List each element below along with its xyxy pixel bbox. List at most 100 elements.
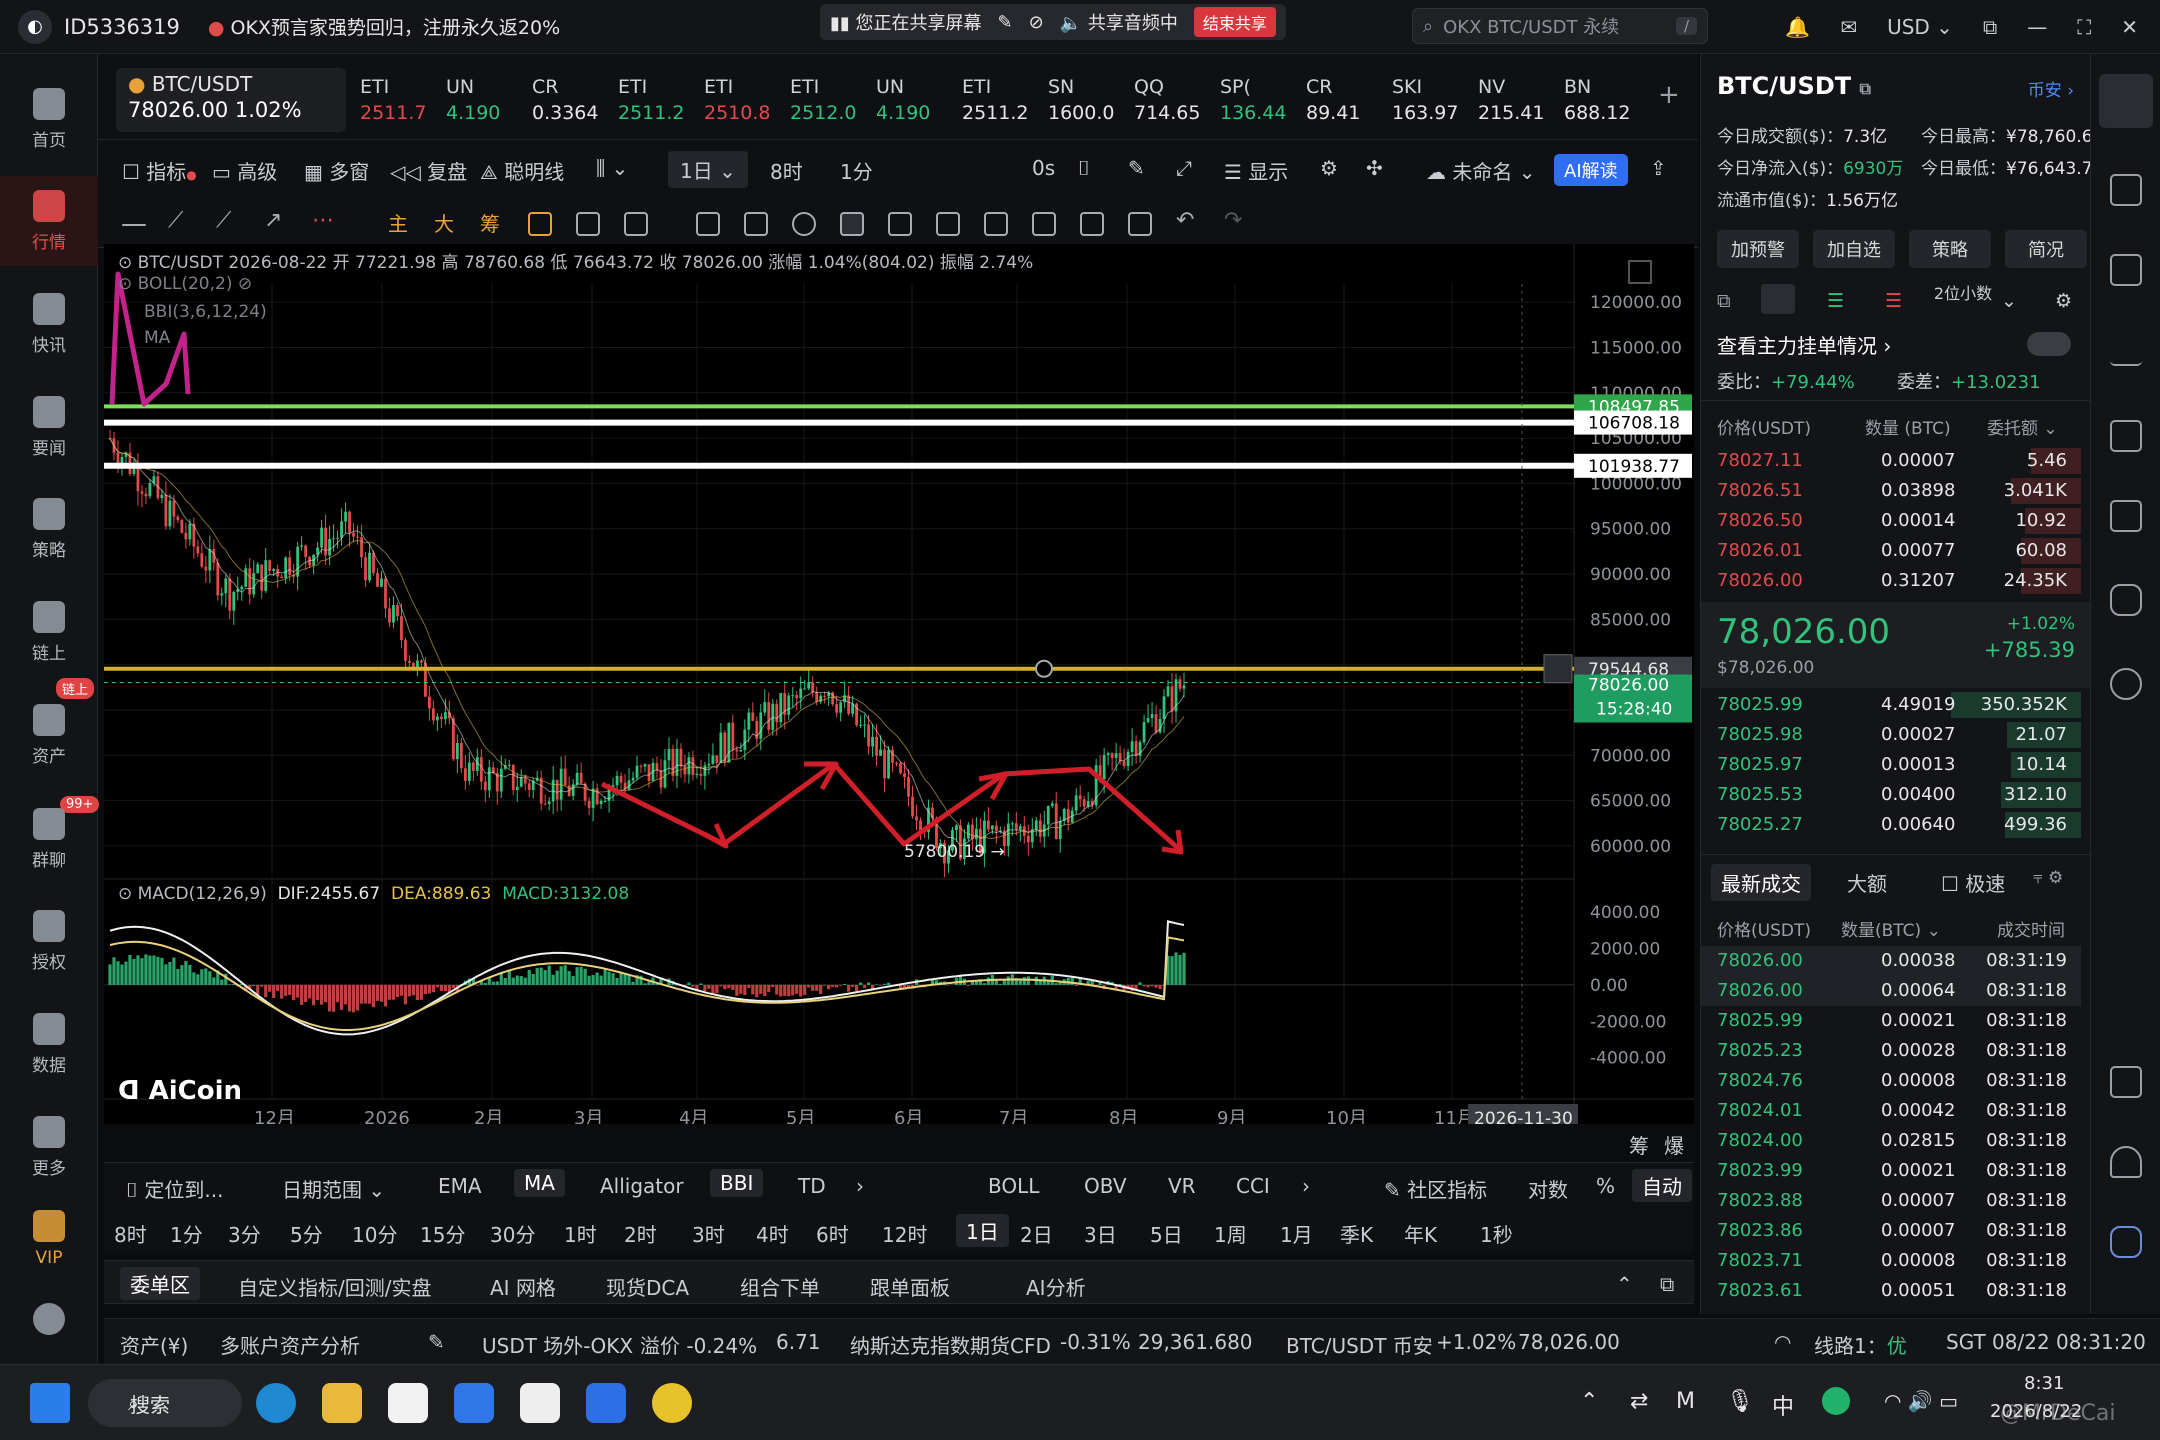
nav-flash[interactable]: 快讯 bbox=[0, 279, 98, 369]
timeframe-option[interactable]: 30分 bbox=[490, 1219, 535, 1248]
ticker-item[interactable]: NV 215.41 bbox=[1478, 76, 1560, 124]
timeframe-option[interactable]: 15分 bbox=[420, 1219, 465, 1248]
nav-chat[interactable]: 群聊 bbox=[0, 794, 98, 884]
arrow-line-icon[interactable]: ↗ bbox=[264, 208, 282, 233]
ind-ma[interactable]: MA bbox=[514, 1169, 565, 1197]
assistant-robot-icon[interactable] bbox=[2110, 1226, 2142, 1258]
camera-icon[interactable]: ⌷ bbox=[1078, 156, 1090, 180]
timeframe-option[interactable]: 12时 bbox=[882, 1219, 927, 1248]
timeframe-option[interactable]: 10分 bbox=[352, 1219, 397, 1248]
chip-chart-icon[interactable] bbox=[528, 212, 552, 236]
popout-orderbook-icon[interactable]: ⧉ bbox=[1717, 290, 1731, 312]
bot-icon[interactable] bbox=[2110, 584, 2142, 616]
monitor-icon[interactable] bbox=[2110, 420, 2142, 452]
add-ticker-icon[interactable]: + bbox=[1658, 80, 1680, 110]
nav-home[interactable]: 首页 bbox=[0, 74, 98, 164]
redo-icon[interactable]: ↷ bbox=[1224, 208, 1242, 233]
orderbook-row[interactable]: 78026.51 0.03898 3.041K bbox=[1701, 476, 2081, 506]
replay-button[interactable]: ◁◁ 复盘 bbox=[390, 156, 467, 185]
mail-icon[interactable]: ✉ bbox=[1840, 15, 1857, 39]
copy-icon[interactable] bbox=[696, 212, 720, 236]
timeframe-option[interactable]: 1时 bbox=[564, 1219, 597, 1248]
swap-icon[interactable] bbox=[2110, 668, 2142, 700]
panel-combo-order[interactable]: 组合下单 bbox=[740, 1272, 820, 1301]
main-orders-link[interactable]: 查看主力挂单情况 › bbox=[1717, 330, 1891, 359]
ray-icon[interactable]: ⟋ bbox=[216, 208, 231, 233]
dollar-icon[interactable] bbox=[2110, 254, 2142, 286]
percent-toggle[interactable]: % bbox=[1596, 1174, 1615, 1198]
ticker-item[interactable]: QQ 714.65 bbox=[1134, 76, 1216, 124]
folder-icon[interactable] bbox=[322, 1383, 362, 1423]
ind-bbi[interactable]: BBI bbox=[710, 1169, 764, 1197]
aicoin-icon[interactable] bbox=[520, 1383, 560, 1423]
tr-head-qty[interactable]: 数量(BTC) ⌄ bbox=[1841, 916, 1941, 941]
ind-obv[interactable]: OBV bbox=[1084, 1174, 1127, 1198]
price-chart[interactable]: 120000.00 115000.00 110000.00 105000.00 1000… bbox=[104, 244, 1694, 1158]
nav-vip[interactable]: VIP bbox=[0, 1194, 98, 1284]
nav-strategy[interactable]: 策略 bbox=[0, 484, 98, 574]
tray-green-icon[interactable] bbox=[1822, 1387, 1850, 1415]
tray-chevron-icon[interactable]: ⌃ bbox=[1580, 1389, 1598, 1414]
popout-panel-icon[interactable]: ⧉ bbox=[1660, 1272, 1674, 1296]
orderbook-row[interactable]: 78025.97 0.00013 10.14 bbox=[1701, 750, 2081, 780]
boll-label[interactable]: ⊙ BOLL(20,2) ⊘ bbox=[118, 274, 252, 294]
add-watchlist-button[interactable]: 加自选 bbox=[1813, 230, 1895, 268]
orderbook-row[interactable]: 78027.11 0.00007 5.46 bbox=[1701, 446, 2081, 476]
popout-icon[interactable]: ⧉ bbox=[1983, 15, 1997, 39]
tradingview-icon[interactable] bbox=[388, 1383, 428, 1423]
strategy-button[interactable]: 策略 bbox=[1909, 230, 1991, 268]
currency-select[interactable]: USD ⌄ bbox=[1887, 15, 1953, 39]
layout-icon[interactable] bbox=[2110, 1066, 2142, 1098]
tray-mail-icon[interactable]: M bbox=[1676, 1389, 1695, 1414]
tab-large-trades[interactable]: 大额 bbox=[1847, 868, 1887, 897]
locate-button[interactable]: ⌷ 定位到... bbox=[126, 1174, 223, 1203]
horizontal-line-icon[interactable] bbox=[122, 224, 146, 226]
timeframe-option[interactable]: 1分 bbox=[170, 1219, 203, 1248]
notes-icon[interactable] bbox=[2110, 174, 2142, 206]
orderbook-panel-icon[interactable] bbox=[2099, 74, 2153, 128]
magnet-icon[interactable] bbox=[888, 212, 912, 236]
share-icon[interactable]: ⇪ bbox=[1650, 156, 1667, 180]
wifi-icon[interactable]: ◠ 🔊 ▭ bbox=[1884, 1389, 1958, 1413]
ticker-item[interactable]: UN 4.190 bbox=[876, 76, 958, 124]
ticker-item[interactable]: CR 0.3364 bbox=[532, 76, 614, 124]
smart-line-button[interactable]: ⟁ 聪明线 bbox=[480, 156, 564, 185]
main-orders-toggle[interactable] bbox=[2027, 332, 2071, 356]
orderbook-row[interactable]: 78025.99 4.49019 350.352K bbox=[1701, 690, 2081, 720]
headset-icon[interactable] bbox=[2110, 1146, 2142, 1178]
layout-name-select[interactable]: ☁ 未命名 ⌄ bbox=[1426, 156, 1535, 185]
multi-account-link[interactable]: 多账户资产分析 bbox=[220, 1330, 360, 1359]
bell-icon[interactable]: 🔔 bbox=[1785, 15, 1810, 39]
countdown-toggle[interactable]: 0s bbox=[1032, 156, 1055, 180]
ind-ema[interactable]: EMA bbox=[438, 1174, 482, 1198]
orderbook-settings-icon[interactable]: ⚙ bbox=[2055, 290, 2072, 312]
pen-icon[interactable]: ✎ bbox=[998, 12, 1013, 33]
fast-mode-toggle[interactable]: ☐ 极速 bbox=[1941, 868, 2005, 897]
measure-icon[interactable] bbox=[624, 212, 648, 236]
template-icon[interactable] bbox=[984, 212, 1008, 236]
ind-td[interactable]: TD bbox=[798, 1174, 826, 1198]
filter-settings-icon[interactable]: ⫧ ⚙ bbox=[2033, 868, 2063, 888]
timeframe-option[interactable]: 8时 bbox=[114, 1219, 147, 1248]
ticker-item[interactable]: ETI 2511.7 bbox=[360, 76, 442, 124]
crosshair-icon[interactable]: ✣ bbox=[1366, 156, 1383, 180]
filter-icon[interactable] bbox=[1080, 212, 1104, 236]
ticker-active-btcusdt[interactable]: ● BTC/USDT 78026.00 1.02% bbox=[116, 68, 346, 132]
timeframe-option[interactable]: 2日 bbox=[1020, 1219, 1053, 1248]
taskbar-search[interactable]: 搜索 bbox=[88, 1379, 242, 1427]
panel-ai-grid[interactable]: AI 网格 bbox=[490, 1272, 556, 1301]
orderbook-row[interactable]: 78026.01 0.00077 60.08 bbox=[1701, 536, 2081, 566]
app3-icon[interactable] bbox=[652, 1383, 692, 1423]
chip-dist-label[interactable]: 筹 bbox=[1629, 1130, 1649, 1159]
ticker-item[interactable]: BN 688.12 bbox=[1564, 76, 1646, 124]
ticker-item[interactable]: SKI 163.97 bbox=[1392, 76, 1474, 124]
log-scale-toggle[interactable]: 对数 bbox=[1528, 1174, 1568, 1203]
interval-8h[interactable]: 8时 bbox=[770, 156, 803, 185]
ind-boll[interactable]: BOLL bbox=[988, 1174, 1039, 1198]
auto-scale-toggle[interactable]: 自动 bbox=[1632, 1169, 1692, 1202]
advanced-button[interactable]: ▭ 高级 bbox=[212, 156, 277, 185]
undo-icon[interactable]: ↶ bbox=[1176, 208, 1194, 233]
timeframe-option[interactable]: 3日 bbox=[1084, 1219, 1117, 1248]
ind-next2-icon[interactable]: › bbox=[1302, 1174, 1310, 1198]
trend-icon[interactable] bbox=[2110, 334, 2142, 366]
